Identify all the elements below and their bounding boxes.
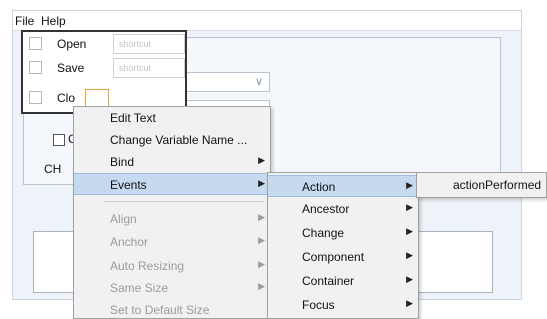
- panel-checkbox[interactable]: [53, 134, 65, 146]
- triangle-right-icon: ▶: [406, 202, 413, 212]
- menu-item-label: Change: [302, 226, 345, 240]
- menu-item-label: Events: [110, 178, 147, 192]
- shortcut-field[interactable]: shortcut: [113, 58, 185, 78]
- triangle-right-icon: ▶: [406, 274, 413, 284]
- menu-item-align[interactable]: Align ▶: [74, 208, 270, 230]
- menu-item-edit-text[interactable]: Edit Text: [74, 107, 270, 129]
- submenu-item-change[interactable]: Change ▶: [268, 222, 418, 244]
- submenu-item-focus[interactable]: Focus ▶: [268, 294, 418, 316]
- file-menu-popup: Open shortcut Save shortcut Clo: [21, 30, 187, 114]
- menu-item-events[interactable]: Events ▶: [74, 173, 270, 195]
- triangle-right-icon: ▶: [406, 298, 413, 308]
- events-submenu: Action ▶ Ancestor ▶ Change ▶ Component ▶…: [267, 172, 419, 319]
- shortcut-field[interactable]: shortcut: [113, 34, 185, 54]
- file-menu-item-label: Save: [57, 61, 85, 75]
- submenu-item-action[interactable]: Action ▶: [268, 175, 418, 197]
- menu-separator: [104, 201, 264, 202]
- menu-item-set-default-size[interactable]: Set to Default Size: [74, 299, 270, 319]
- triangle-right-icon: ▶: [258, 212, 265, 222]
- triangle-right-icon: ▶: [258, 235, 265, 245]
- menu-item-checkbox[interactable]: [29, 37, 42, 50]
- menu-item-label: Component: [302, 250, 365, 264]
- menu-item-label: Change Variable Name ...: [110, 133, 248, 147]
- menu-item-label: Focus: [302, 298, 335, 312]
- triangle-right-icon: ▶: [258, 259, 265, 269]
- file-menu-item-label: Open: [57, 37, 87, 51]
- menu-item-anchor[interactable]: Anchor ▶: [74, 231, 270, 253]
- triangle-right-icon: ▶: [258, 178, 265, 188]
- menu-item-label: actionPerformed: [453, 178, 542, 192]
- menu-item-label: Bind: [110, 155, 135, 169]
- triangle-right-icon: ▶: [258, 155, 265, 165]
- menu-item-label: Set to Default Size: [110, 303, 210, 317]
- triangle-right-icon: ▶: [406, 180, 413, 190]
- menu-item-label: Align: [110, 212, 137, 226]
- menu-item-checkbox[interactable]: [29, 91, 42, 104]
- chevron-down-icon: ∨: [254, 76, 263, 88]
- context-menu: Edit Text Change Variable Name ... Bind …: [73, 106, 271, 319]
- action-submenu: actionPerformed: [416, 172, 547, 198]
- menu-item-change-variable-name[interactable]: Change Variable Name ...: [74, 129, 270, 151]
- menu-item-label: Edit Text: [110, 111, 156, 125]
- submenu-item-ancestor[interactable]: Ancestor ▶: [268, 198, 418, 220]
- triangle-right-icon: ▶: [258, 281, 265, 291]
- menu-help[interactable]: Help: [41, 14, 66, 28]
- menu-item-same-size[interactable]: Same Size ▶: [74, 277, 270, 299]
- submenu-item-action-performed[interactable]: actionPerformed: [417, 174, 546, 196]
- menu-item-label: Container: [302, 274, 355, 288]
- menu-item-label: Auto Resizing: [110, 259, 185, 273]
- menubar: File Help: [13, 11, 521, 31]
- menu-item-label: Anchor: [110, 235, 149, 249]
- submenu-item-container[interactable]: Container ▶: [268, 270, 418, 292]
- file-menu-item-open[interactable]: Open shortcut: [23, 34, 185, 56]
- triangle-right-icon: ▶: [406, 250, 413, 260]
- menu-item-bind[interactable]: Bind ▶: [74, 151, 270, 173]
- file-menu-item-label: Clo: [57, 91, 76, 105]
- menu-item-label: Ancestor: [302, 202, 350, 216]
- file-menu-item-save[interactable]: Save shortcut: [23, 58, 185, 80]
- submenu-item-component[interactable]: Component ▶: [268, 246, 418, 268]
- menu-item-auto-resizing[interactable]: Auto Resizing ▶: [74, 255, 270, 277]
- triangle-right-icon: ▶: [406, 226, 413, 236]
- menu-file[interactable]: File: [15, 14, 34, 28]
- menu-item-label: Same Size: [110, 281, 169, 295]
- menu-item-label: Action: [302, 180, 336, 194]
- panel-label-ch: CH: [44, 162, 62, 176]
- menu-item-checkbox[interactable]: [29, 61, 42, 74]
